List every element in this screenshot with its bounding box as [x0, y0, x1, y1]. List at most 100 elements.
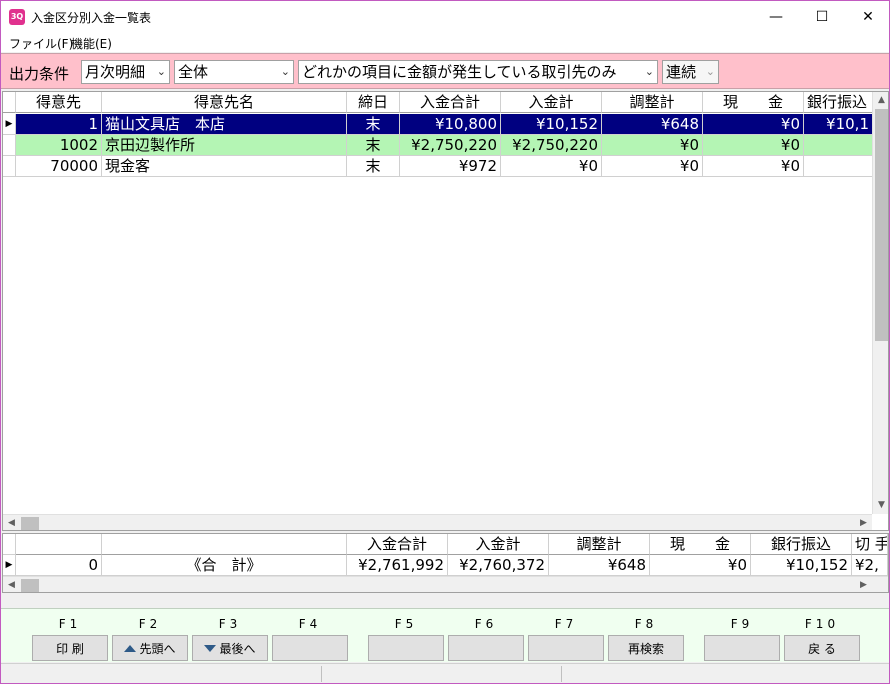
totals-stamp[interactable]: ¥2,	[852, 555, 888, 576]
totals-count[interactable]: 0	[16, 555, 102, 576]
cell-adjust[interactable]: ¥648	[602, 114, 703, 135]
cell-total[interactable]: ¥10,800	[400, 114, 501, 135]
chevron-down-icon: ⌄	[644, 65, 654, 78]
horizontal-scroll-thumb[interactable]	[21, 579, 39, 592]
print-button[interactable]: 印 刷	[32, 635, 108, 661]
cell-nyukin[interactable]: ¥10,152	[501, 114, 602, 135]
header-close[interactable]: 締日	[347, 92, 400, 113]
arrow-down-icon	[204, 644, 217, 652]
cell-name[interactable]: 京田辺製作所	[102, 135, 347, 156]
menu-file[interactable]: ファイル(F)	[9, 35, 73, 52]
header-name[interactable]: 得意先名	[102, 92, 347, 113]
cell-total[interactable]: ¥972	[400, 156, 501, 177]
filter-label: 出力条件	[9, 65, 70, 83]
header-adjust[interactable]: 調整計	[602, 92, 703, 113]
cell-name[interactable]: 猫山文具店 本店	[102, 114, 347, 135]
totals-grid[interactable]: 入金合計 入金計 調整計 現 金 銀行振込 切 手 ▶ 0 《合 計》 ¥2,7…	[2, 533, 889, 593]
cell-adjust[interactable]: ¥0	[602, 156, 703, 177]
fkey-label: F9	[730, 617, 754, 631]
back-button[interactable]: 戻 る	[784, 635, 860, 661]
cell-adjust[interactable]: ¥0	[602, 135, 703, 156]
menu-function[interactable]: 機能(E)	[71, 35, 112, 52]
f4-button[interactable]	[272, 635, 348, 661]
fkey-label: F4	[298, 617, 322, 631]
cell-cash[interactable]: ¥0	[703, 135, 804, 156]
customer-grid[interactable]: 得意先 得意先名 締日 入金合計 入金計 調整計 現 金 銀行振込 ▶ 1 猫山…	[2, 91, 889, 531]
status-divider	[561, 666, 562, 682]
f5-button[interactable]	[368, 635, 444, 661]
condition-select[interactable]: どれかの項目に金額が発生している取引先のみ ⌄	[298, 60, 658, 84]
totals-bank[interactable]: ¥10,152	[751, 555, 852, 576]
minimize-button[interactable]: —	[753, 1, 799, 32]
f9-button[interactable]	[704, 635, 780, 661]
fkey-label: F1	[58, 617, 82, 631]
fkey-label: F8	[634, 617, 658, 631]
condition-value: どれかの項目に金額が発生している取引先のみ	[302, 63, 617, 81]
f6-button[interactable]	[448, 635, 524, 661]
header-nyukin[interactable]: 入金計	[501, 92, 602, 113]
totals-horizontal-scrollbar[interactable]: ◀ ▶	[3, 576, 888, 592]
cell-code[interactable]: 70000	[16, 156, 102, 177]
scroll-up-icon[interactable]: ▲	[873, 92, 888, 109]
scroll-down-icon[interactable]: ▼	[873, 497, 888, 514]
header-total[interactable]: 入金合計	[400, 92, 501, 113]
horizontal-scrollbar[interactable]: ◀ ▶	[3, 514, 872, 530]
cell-cash[interactable]: ¥0	[703, 114, 804, 135]
cell-total[interactable]: ¥2,750,220	[400, 135, 501, 156]
go-last-button[interactable]: 最後へ	[192, 635, 268, 661]
close-button[interactable]: ✕	[845, 1, 890, 32]
cell-bank[interactable]: ¥10,1	[804, 114, 873, 135]
table-row[interactable]: 1002 京田辺製作所 末 ¥2,750,220 ¥2,750,220 ¥0 ¥…	[3, 135, 873, 156]
scroll-right-icon[interactable]: ▶	[855, 577, 872, 592]
cell-bank[interactable]	[804, 135, 873, 156]
row-pointer-icon: ▶	[3, 555, 16, 576]
go-first-button[interactable]: 先頭へ	[112, 635, 188, 661]
table-row[interactable]: ▶ 1 猫山文具店 本店 末 ¥10,800 ¥10,152 ¥648 ¥0 ¥…	[3, 114, 873, 135]
header-code[interactable]: 得意先	[16, 92, 102, 113]
grid-header: 得意先 得意先名 締日 入金合計 入金計 調整計 現 金 銀行振込	[3, 92, 873, 113]
maximize-button[interactable]: ☐	[799, 1, 845, 32]
period-value: 月次明細	[85, 63, 146, 81]
header-cash[interactable]: 現 金	[703, 92, 804, 113]
table-row[interactable]: 70000 現金客 末 ¥972 ¥0 ¥0 ¥0	[3, 156, 873, 177]
cell-nyukin[interactable]: ¥0	[501, 156, 602, 177]
print-label: 印 刷	[56, 641, 84, 656]
header-corner	[3, 92, 16, 113]
cell-name[interactable]: 現金客	[102, 156, 347, 177]
cell-cash[interactable]: ¥0	[703, 156, 804, 177]
totals-header-cash: 現 金	[650, 534, 751, 555]
totals-adjust[interactable]: ¥648	[549, 555, 650, 576]
totals-row[interactable]: ▶ 0 《合 計》 ¥2,761,992 ¥2,760,372 ¥648 ¥0 …	[3, 555, 888, 576]
f7-button[interactable]	[528, 635, 604, 661]
fkey-label: F7	[554, 617, 578, 631]
chevron-down-icon: ⌄	[705, 65, 715, 78]
scope-select[interactable]: 全体 ⌄	[174, 60, 294, 84]
cell-code[interactable]: 1002	[16, 135, 102, 156]
window-title: 入金区分別入金一覧表	[31, 11, 152, 25]
status-bar	[1, 663, 889, 683]
scroll-left-icon[interactable]: ◀	[3, 515, 20, 530]
scroll-left-icon[interactable]: ◀	[3, 577, 20, 592]
chevron-down-icon: ⌄	[280, 65, 290, 78]
mode-value: 連続	[666, 63, 697, 81]
totals-label[interactable]: 《合 計》	[102, 555, 347, 576]
research-button[interactable]: 再検索	[608, 635, 684, 661]
scroll-right-icon[interactable]: ▶	[855, 515, 872, 530]
horizontal-scroll-thumb[interactable]	[21, 517, 39, 530]
cell-bank[interactable]	[804, 156, 873, 177]
cell-close[interactable]: 末	[347, 114, 400, 135]
fkey-label: F6	[474, 617, 498, 631]
cell-code[interactable]: 1	[16, 114, 102, 135]
cell-close[interactable]: 末	[347, 156, 400, 177]
cell-nyukin[interactable]: ¥2,750,220	[501, 135, 602, 156]
totals-corner	[3, 534, 16, 555]
header-bank[interactable]: 銀行振込	[804, 92, 873, 113]
cell-close[interactable]: 末	[347, 135, 400, 156]
mode-select[interactable]: 連続 ⌄	[662, 60, 719, 84]
totals-cash[interactable]: ¥0	[650, 555, 751, 576]
vertical-scrollbar[interactable]: ▲ ▼	[872, 92, 888, 514]
totals-total[interactable]: ¥2,761,992	[347, 555, 448, 576]
vertical-scroll-thumb[interactable]	[875, 109, 888, 341]
totals-nyukin[interactable]: ¥2,760,372	[448, 555, 549, 576]
period-select[interactable]: 月次明細 ⌄	[81, 60, 170, 84]
